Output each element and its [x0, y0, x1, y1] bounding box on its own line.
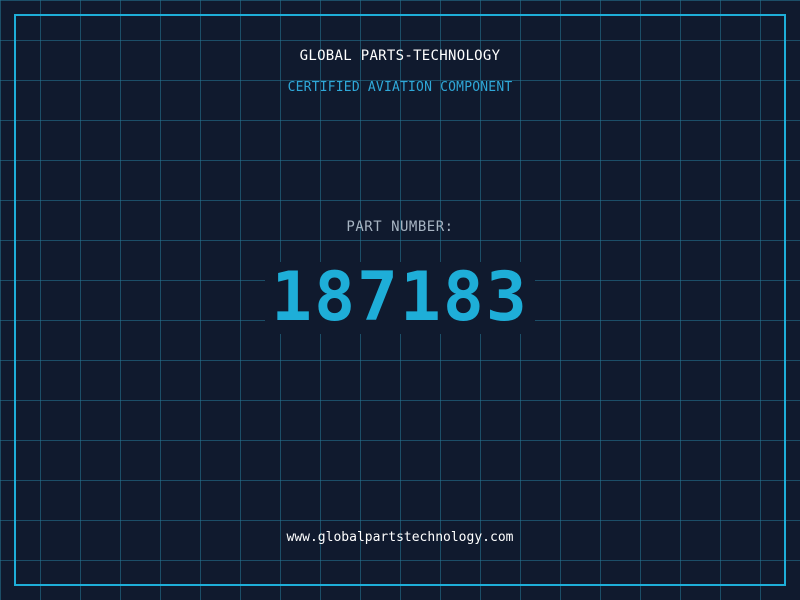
part-number-value: 187183	[265, 262, 535, 334]
part-number-container: 187183	[0, 262, 800, 334]
company-name: GLOBAL PARTS-TECHNOLOGY	[299, 48, 501, 64]
certification-subtitle: CERTIFIED AVIATION COMPONENT	[287, 80, 513, 95]
website-url: www.globalpartstechnology.com	[286, 530, 514, 545]
part-number-label: PART NUMBER:	[346, 219, 454, 235]
